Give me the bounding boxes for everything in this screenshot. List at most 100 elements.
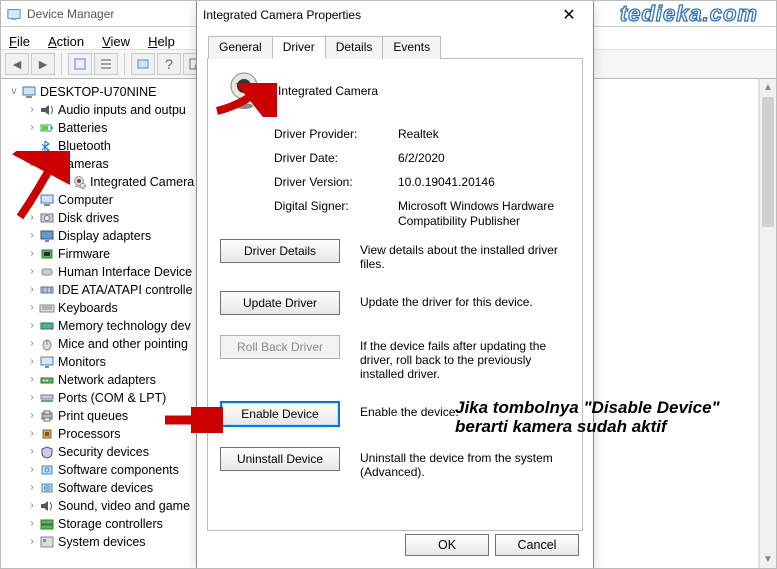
menu-file[interactable]: File xyxy=(9,34,30,49)
tree-item-label: Keyboards xyxy=(58,301,118,315)
tree-item-label: Memory technology dev xyxy=(58,319,191,333)
roll-back-driver-desc: If the device fails after updating the d… xyxy=(360,335,572,381)
pc-icon xyxy=(39,193,55,207)
tree-item-label: Security devices xyxy=(58,445,149,459)
menu-help[interactable]: Help xyxy=(148,34,175,49)
driver-details-button[interactable]: Driver Details xyxy=(220,239,340,263)
tree-item-label: Human Interface Device xyxy=(58,265,192,279)
annotation-text-line2: berarti kamera sudah aktif xyxy=(455,417,667,436)
tree-item-label: Network adapters xyxy=(58,373,156,387)
driver-provider-label: Driver Provider: xyxy=(274,127,392,141)
tree-item-label: Sound, video and game xyxy=(58,499,190,513)
tabstrip: General Driver Details Events xyxy=(207,35,583,59)
annotation-text-line1: Jika tombolnya "Disable Device" xyxy=(455,398,720,417)
tree-item-label: Display adapters xyxy=(58,229,151,243)
toolbar-help-button[interactable]: ? xyxy=(157,53,181,75)
ok-button[interactable]: OK xyxy=(405,534,489,556)
tree-item-label: Ports (COM & LPT) xyxy=(58,391,166,405)
toolbar-forward-button[interactable]: ► xyxy=(31,53,55,75)
tree-item-label: Integrated Camera xyxy=(90,175,194,189)
driver-info-grid: Driver Provider: Realtek Driver Date: 6/… xyxy=(274,127,572,229)
digital-signer-value: Microsoft Windows Hardware Compatibility… xyxy=(398,199,572,229)
update-driver-button[interactable]: Update Driver xyxy=(220,291,340,315)
toolbar-props-button[interactable] xyxy=(131,53,155,75)
tree-item-label: Storage controllers xyxy=(58,517,163,531)
print-icon xyxy=(39,409,55,423)
tree-item-label: Cameras xyxy=(58,157,109,171)
system-icon xyxy=(39,535,55,549)
audio-icon xyxy=(39,103,55,117)
tab-driver[interactable]: Driver xyxy=(272,36,326,59)
mouse-icon xyxy=(39,337,55,351)
webcam-icon xyxy=(224,71,264,111)
toolbar-list-button[interactable] xyxy=(94,53,118,75)
driver-date-value: 6/2/2020 xyxy=(398,151,572,165)
dialog-footer: OK Cancel xyxy=(405,534,579,556)
tree-item-label: System devices xyxy=(58,535,146,549)
sound-icon xyxy=(39,499,55,513)
driver-date-label: Driver Date: xyxy=(274,151,392,165)
memory-icon xyxy=(39,319,55,333)
toolbar-up-button[interactable] xyxy=(68,53,92,75)
softcomp-icon xyxy=(39,463,55,477)
bluetooth-icon xyxy=(39,139,55,153)
update-driver-desc: Update the driver for this device. xyxy=(360,291,572,309)
watermark-text: tedieka.com xyxy=(620,1,758,27)
tree-item-label: Audio inputs and outpu xyxy=(58,103,186,117)
tree-item-label: Software components xyxy=(58,463,179,477)
monitor-icon xyxy=(39,355,55,369)
vertical-scrollbar[interactable]: ▲ ▼ xyxy=(759,79,776,568)
uninstall-device-button[interactable]: Uninstall Device xyxy=(220,447,340,471)
tree-item-label: Print queues xyxy=(58,409,128,423)
network-icon xyxy=(39,373,55,387)
dialog-titlebar[interactable]: Integrated Camera Properties ✕ xyxy=(197,1,593,29)
hid-icon xyxy=(39,265,55,279)
driver-version-label: Driver Version: xyxy=(274,175,392,189)
device-name: Integrated Camera xyxy=(278,84,378,98)
digital-signer-label: Digital Signer: xyxy=(274,199,392,229)
tree-item-label: Mice and other pointing xyxy=(58,337,188,351)
tab-page-driver: Integrated Camera Driver Provider: Realt… xyxy=(207,59,583,531)
display-icon xyxy=(39,229,55,243)
dialog-title: Integrated Camera Properties xyxy=(203,8,361,22)
ports-icon xyxy=(39,391,55,405)
driver-provider-value: Realtek xyxy=(398,127,572,141)
tree-item-label: Software devices xyxy=(58,481,153,495)
tree-root-label: DESKTOP-U70NINE xyxy=(40,85,156,99)
scroll-up-button[interactable]: ▲ xyxy=(760,79,776,96)
tree-item-label: Bluetooth xyxy=(58,139,111,153)
tree-item-label: Processors xyxy=(58,427,121,441)
camera-dev-icon xyxy=(71,175,87,189)
computer-icon xyxy=(21,85,37,99)
firmware-icon xyxy=(39,247,55,261)
enable-device-button[interactable]: Enable Device xyxy=(220,401,340,427)
driver-actions: Driver Details View details about the in… xyxy=(218,239,572,479)
menu-action[interactable]: Action xyxy=(48,34,84,49)
tree-item-label: Computer xyxy=(58,193,113,207)
properties-dialog: Integrated Camera Properties ✕ General D… xyxy=(196,0,594,569)
window-title: Device Manager xyxy=(27,7,114,21)
menu-view[interactable]: View xyxy=(102,34,130,49)
ide-icon xyxy=(39,283,55,297)
keyboard-icon xyxy=(39,301,55,315)
tab-general[interactable]: General xyxy=(208,36,273,59)
disk-icon xyxy=(39,211,55,225)
dialog-close-button[interactable]: ✕ xyxy=(551,2,587,28)
scroll-down-button[interactable]: ▼ xyxy=(760,551,776,568)
scroll-thumb[interactable] xyxy=(762,97,774,227)
device-manager-icon xyxy=(7,7,21,21)
tree-item-label: IDE ATA/ATAPI controlle xyxy=(58,283,193,297)
tree-item-label: Disk drives xyxy=(58,211,119,225)
toolbar-back-button[interactable]: ◄ xyxy=(5,53,29,75)
softdev-icon xyxy=(39,481,55,495)
tree-item-label: Firmware xyxy=(58,247,110,261)
cpu-icon xyxy=(39,427,55,441)
tree-item-label: Monitors xyxy=(58,355,106,369)
battery-icon xyxy=(39,121,55,135)
cancel-button[interactable]: Cancel xyxy=(495,534,579,556)
uninstall-device-desc: Uninstall the device from the system (Ad… xyxy=(360,447,572,479)
driver-version-value: 10.0.19041.20146 xyxy=(398,175,572,189)
storage-icon xyxy=(39,517,55,531)
tab-events[interactable]: Events xyxy=(382,36,441,59)
tab-details[interactable]: Details xyxy=(325,36,384,59)
